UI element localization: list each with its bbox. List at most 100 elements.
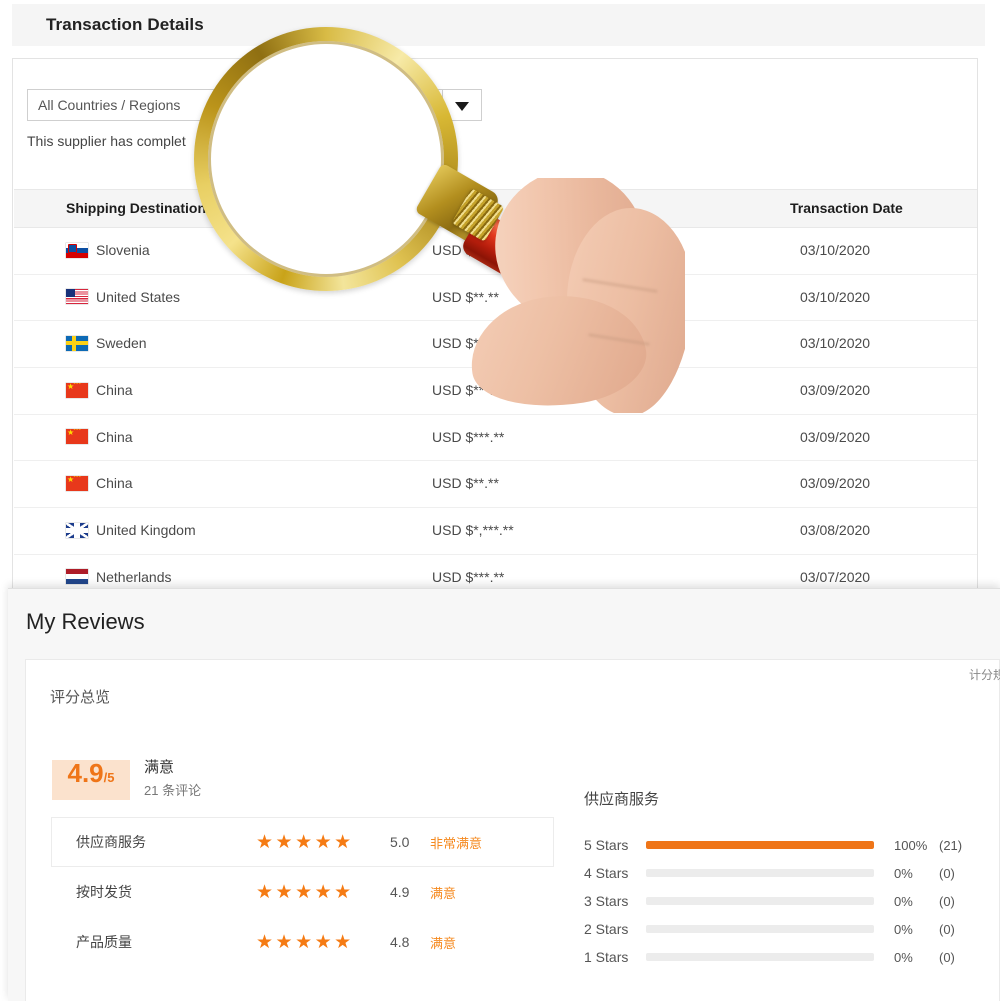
cell-value: USD $***.** [432, 382, 504, 398]
criteria-rating-list: 供应商服务★★★★★5.0非常满意按时发货★★★★★4.9满意产品质量★★★★★… [51, 817, 554, 967]
destination-label: China [96, 475, 133, 491]
star-count-label: (0) [939, 950, 955, 965]
overall-score-value: 4.9 [68, 760, 104, 786]
cell-date: 03/09/2020 [800, 382, 870, 398]
cell-date: 03/09/2020 [800, 429, 870, 445]
cell-value: USD $*,***.** [432, 242, 514, 258]
cell-date: 03/09/2020 [800, 475, 870, 491]
rating-overview-title: 评分总览 [50, 686, 110, 707]
star-distribution-row: 2 Stars0%(0) [584, 915, 924, 943]
star-percentage-bar [646, 925, 874, 933]
destination-label: China [96, 382, 133, 398]
cell-date: 03/10/2020 [800, 242, 870, 258]
my-reviews-title: My Reviews [26, 609, 145, 635]
overall-score-denominator: /5 [104, 770, 115, 785]
star-distribution-row: 3 Stars0%(0) [584, 887, 924, 915]
criteria-score: 4.9 [390, 884, 409, 900]
star-count-label: (0) [939, 866, 955, 881]
criteria-rating-row: 供应商服务★★★★★5.0非常满意 [51, 817, 554, 867]
destination-label: Netherlands [96, 569, 172, 585]
cell-value: USD $**.** [432, 475, 499, 491]
criteria-rating-row: 按时发货 ★★★★★ 4.9 满意 [51, 867, 554, 917]
transactions-table-header: Shipping Destination Value Transaction D… [14, 189, 977, 228]
table-row: China USD $***.** 03/09/2020 [14, 368, 977, 415]
star-percentage-label: 0% [894, 922, 913, 937]
select-divider [442, 90, 443, 120]
table-row: United KingdomUSD $*,***.**03/08/2020 [14, 508, 977, 555]
page-title: Transaction Details [46, 15, 204, 35]
cell-value: USD $**.** [432, 335, 499, 351]
star-percentage-label: 0% [894, 950, 913, 965]
criteria-word: 满意 [430, 883, 456, 902]
destination-label: Sweden [96, 335, 147, 351]
flag-icon-cn [66, 476, 88, 491]
star-count-label: (0) [939, 922, 955, 937]
star-rating-icon: ★★★★★ [256, 881, 354, 904]
reviews-card: 评分总览 计分规则（ 4.9/5 满意 21 条评论 供应商服务★★★★★5.0… [25, 659, 1000, 1001]
star-percentage-bar [646, 869, 874, 877]
star-percentage-label: 0% [894, 866, 913, 881]
flag-icon-cn [66, 383, 88, 398]
flag-icon-se [66, 336, 88, 351]
flag-icon-us [66, 289, 88, 304]
cell-date: 03/10/2020 [800, 335, 870, 351]
cell-destination: Sweden [66, 335, 147, 351]
column-header-destination: Shipping Destination [66, 200, 206, 216]
overall-score-word: 满意 [144, 756, 174, 777]
country-region-select[interactable]: All Countries / Regions [27, 89, 482, 121]
star-distribution-row: 5 Stars100%(21) [584, 831, 924, 859]
star-distribution-rows: 5 Stars100%(21)4 Stars0%(0)3 Stars0%(0)2… [584, 831, 924, 971]
my-reviews-section: My Reviews 评分总览 计分规则（ 4.9/5 满意 21 条评论 供应… [8, 588, 1000, 1001]
column-header-date: Transaction Date [790, 200, 903, 216]
flag-icon-nl [66, 569, 88, 584]
star-level-label: 4 Stars [584, 865, 646, 881]
country-region-selected-value: All Countries / Regions [38, 97, 180, 113]
star-percentage-label: 100% [894, 838, 927, 853]
star-count-label: (21) [939, 838, 962, 853]
criteria-label: 按时发货 [76, 882, 132, 902]
destination-label: United Kingdom [96, 522, 196, 538]
transaction-details-panel: All Countries / Regions This supplier ha… [12, 58, 978, 588]
transactions-table-body: SloveniaUSD $*,***.**03/10/2020United St… [14, 228, 977, 602]
cell-destination: China [66, 382, 133, 398]
criteria-rating-row: 产品质量★★★★★4.8满意 [51, 917, 554, 967]
transactions-table: Shipping Destination Value Transaction D… [14, 189, 977, 602]
table-row: Slovenia USD $*,***.** 03/10/2020 [14, 228, 977, 275]
cell-destination: Slovenia [66, 242, 150, 258]
cell-date: 03/10/2020 [800, 289, 870, 305]
transaction-summary-text: This supplier has complet [27, 133, 186, 149]
star-distribution-row: 4 Stars0%(0) [584, 859, 924, 887]
table-row: Sweden USD $**.** 03/10/2020 [14, 321, 977, 368]
criteria-word: 满意 [430, 933, 456, 952]
country-filter-row: All Countries / Regions [27, 89, 482, 121]
star-level-label: 3 Stars [584, 893, 646, 909]
star-percentage-bar [646, 897, 874, 905]
star-percentage-bar [646, 953, 874, 961]
cell-destination: United States [66, 289, 180, 305]
cell-destination: Netherlands [66, 569, 172, 585]
star-rating-icon: ★★★★★ [256, 831, 354, 854]
cell-value: USD $**.** [432, 289, 499, 305]
flag-icon-gb [66, 523, 88, 538]
criteria-label: 供应商服务 [76, 832, 146, 852]
star-count-label: (0) [939, 894, 955, 909]
cell-date: 03/07/2020 [800, 569, 870, 585]
scoring-rules-link[interactable]: 计分规则（ [969, 666, 1000, 683]
transaction-details-section: Transaction Details All Countries / Regi… [0, 0, 1000, 600]
star-level-label: 1 Stars [584, 949, 646, 965]
flag-icon-cn [66, 429, 88, 444]
table-row: United States USD $**.** 03/10/2020 [14, 275, 977, 322]
star-distribution-title: 供应商服务 [584, 788, 924, 809]
cell-destination: China [66, 429, 133, 445]
criteria-word: 非常满意 [430, 833, 482, 852]
transaction-details-header: Transaction Details [12, 4, 985, 46]
chevron-down-icon[interactable] [455, 102, 469, 111]
destination-label: Slovenia [96, 242, 150, 258]
flag-icon-si [66, 243, 88, 258]
star-percentage-label: 0% [894, 894, 913, 909]
cell-value: USD $*,***.** [432, 522, 514, 538]
star-distribution: 供应商服务 5 Stars100%(21)4 Stars0%(0)3 Stars… [584, 788, 924, 971]
destination-label: China [96, 429, 133, 445]
cell-destination: China [66, 475, 133, 491]
cell-value: USD $***.** [432, 429, 504, 445]
